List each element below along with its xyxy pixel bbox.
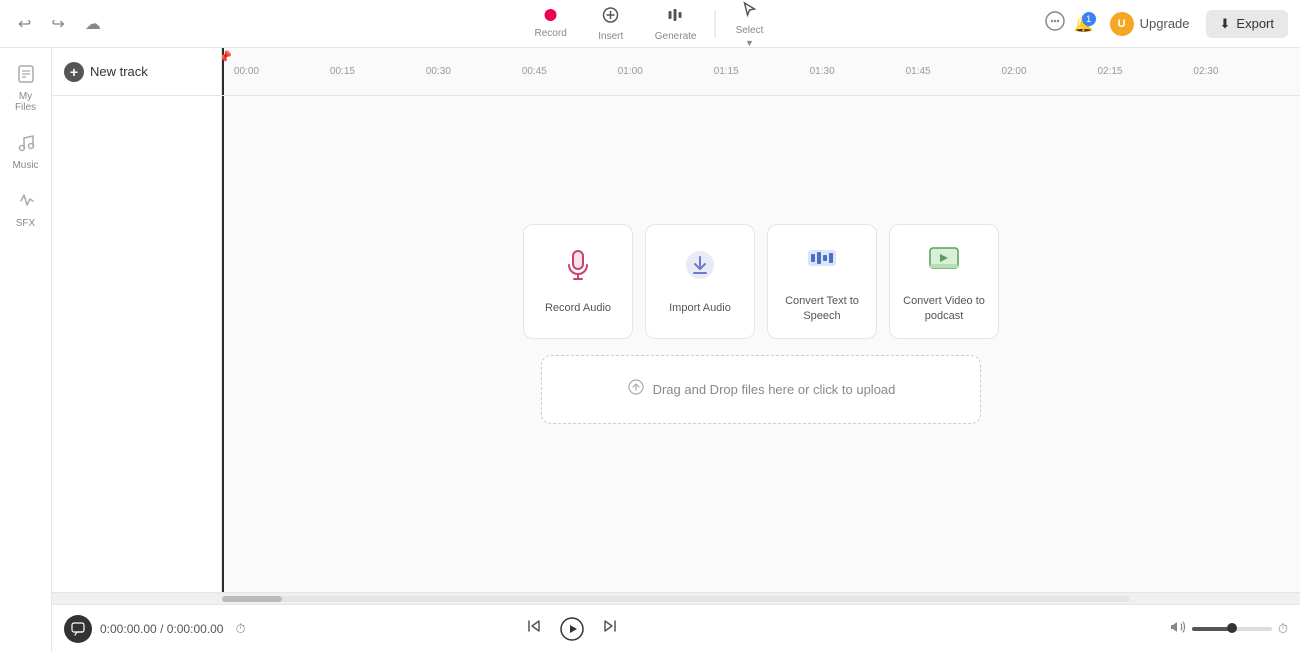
nav-controls: ↩ ↪ ☁ (12, 10, 107, 38)
left-sidebar: My Files Music SFX (0, 48, 52, 652)
upload-icon (627, 378, 645, 401)
avatar: U (1110, 12, 1134, 36)
record-tool-label: Record (535, 28, 567, 39)
transport-controls (524, 613, 620, 645)
video-icon (926, 240, 962, 284)
chat-circle-button[interactable] (64, 615, 92, 643)
music-icon (16, 133, 36, 158)
pin-icon: 📌 (222, 50, 232, 64)
track-names-col (52, 96, 222, 592)
ruler-tick-4: 01:00 (618, 66, 643, 77)
sfx-icon (16, 191, 36, 216)
top-bar: ↩ ↪ ☁ Record Insert (0, 0, 1300, 48)
scrollbar-area (52, 592, 1300, 604)
scrollbar-thumb[interactable] (222, 596, 282, 602)
ruler-tick-5: 01:15 (714, 66, 739, 77)
import-audio-card[interactable]: Import Audio (645, 224, 755, 339)
cards-row: Record Audio Import Audio (523, 224, 999, 339)
record-audio-card[interactable]: Record Audio (523, 224, 633, 339)
current-time: 0:00:00.00 / 0:00:00.00 (100, 622, 223, 636)
upgrade-button[interactable]: U Upgrade (1102, 8, 1198, 40)
fast-forward-button[interactable] (600, 616, 620, 641)
timeline-content: Record Audio Import Audio (52, 96, 1300, 592)
volume-knob (1227, 623, 1237, 633)
content-area: + New track 📌 00:00 00:15 00:30 00:45 01 (52, 48, 1300, 652)
volume-area: ⏱ (1170, 619, 1288, 638)
export-label: Export (1236, 16, 1274, 31)
sidebar-music-label: Music (12, 160, 38, 171)
drop-zone[interactable]: Drag and Drop files here or click to upl… (541, 355, 981, 424)
ruler-tick-2: 00:30 (426, 66, 451, 77)
generate-tool-button[interactable]: Generate (641, 2, 711, 46)
select-tool-button[interactable]: Select ▼ (719, 0, 779, 52)
expand-icon[interactable]: ⏱ (1278, 621, 1288, 637)
files-icon (16, 64, 36, 89)
ruler-tick-10: 02:30 (1193, 66, 1218, 77)
convert-video-label: Convert Video to podcast (898, 294, 990, 323)
import-icon (682, 247, 718, 291)
ruler-tick-3: 00:45 (522, 66, 547, 77)
timer-icon[interactable]: ⏱ (235, 621, 245, 637)
ruler-tick-6: 01:30 (810, 66, 835, 77)
sidebar-item-music[interactable]: Music (4, 125, 48, 179)
notification-button[interactable]: 🔔 1 (1074, 14, 1094, 34)
convert-video-card[interactable]: Convert Video to podcast (889, 224, 999, 339)
timeline-ruler: 📌 00:00 00:15 00:30 00:45 01:00 01:15 01… (222, 48, 1300, 95)
play-button[interactable] (556, 613, 588, 645)
new-track-label: New track (90, 64, 148, 79)
sidebar-item-sfx[interactable]: SFX (4, 183, 48, 237)
ruler-tick-9: 02:15 (1097, 66, 1122, 77)
record-icon (545, 8, 557, 26)
insert-tool-button[interactable]: Insert (581, 2, 641, 46)
center-area: Record Audio Import Audio (531, 224, 991, 424)
playhead-line (222, 96, 224, 592)
ruler-tick-0: 00:00 (234, 66, 259, 77)
select-chevron-icon: ▼ (745, 38, 754, 48)
cloud-save-button[interactable]: ☁ (79, 10, 107, 38)
top-bar-right: 🔔 1 U Upgrade ⬇ Export (1044, 8, 1288, 40)
drop-zone-label: Drag and Drop files here or click to upl… (653, 382, 896, 397)
undo-button[interactable]: ↩ (12, 10, 37, 38)
scrollbar-track[interactable] (222, 596, 1130, 602)
sidebar-sfx-label: SFX (16, 218, 35, 229)
select-tool-label: Select (736, 25, 764, 36)
mic-icon (560, 247, 596, 291)
insert-icon (602, 6, 620, 29)
export-icon: ⬇ (1220, 16, 1231, 32)
chat-button[interactable] (1044, 10, 1066, 37)
import-audio-label: Import Audio (669, 301, 731, 315)
redo-button[interactable]: ↪ (45, 10, 70, 38)
timeline-tracks: Record Audio Import Audio (222, 96, 1300, 592)
rewind-button[interactable] (524, 616, 544, 641)
convert-tts-label: Convert Text to Speech (776, 294, 868, 323)
upgrade-label: Upgrade (1140, 16, 1190, 31)
tool-buttons: Record Insert Generate (521, 0, 780, 52)
plus-circle-icon: + (64, 62, 84, 82)
export-button[interactable]: ⬇ Export (1206, 10, 1288, 38)
convert-tts-card[interactable]: Convert Text to Speech (767, 224, 877, 339)
track-header: + New track 📌 00:00 00:15 00:30 00:45 01 (52, 48, 1300, 96)
volume-slider[interactable] (1192, 627, 1272, 631)
ruler-tick-8: 02:00 (1002, 66, 1027, 77)
select-icon (740, 0, 758, 23)
insert-tool-label: Insert (598, 31, 623, 42)
record-tool-button[interactable]: Record (521, 4, 581, 43)
sidebar-item-my-files[interactable]: My Files (4, 56, 48, 121)
generate-tool-label: Generate (655, 31, 697, 42)
record-audio-label: Record Audio (545, 301, 611, 315)
bottom-bar: 0:00:00.00 / 0:00:00.00 ⏱ (52, 604, 1300, 652)
sidebar-my-files-label: My Files (10, 91, 42, 113)
ruler-tick-7: 01:45 (906, 66, 931, 77)
volume-fill (1192, 627, 1232, 631)
generate-icon (667, 6, 685, 29)
track-label-col: + New track (52, 48, 222, 95)
tts-icon (804, 240, 840, 284)
tool-divider (714, 10, 715, 38)
new-track-button[interactable]: + New track (64, 62, 148, 82)
ruler-tick-1: 00:15 (330, 66, 355, 77)
main-layout: My Files Music SFX (0, 48, 1300, 652)
notification-badge: 1 (1082, 12, 1096, 26)
volume-icon (1170, 619, 1186, 638)
